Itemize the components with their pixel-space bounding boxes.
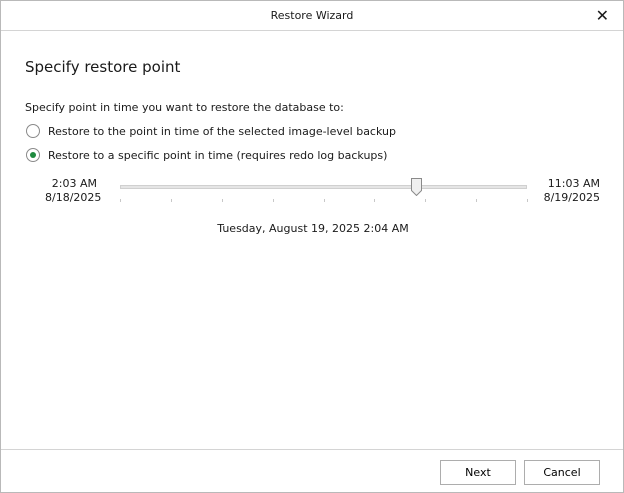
slider-tick [323, 199, 325, 202]
next-button[interactable]: Next [440, 460, 516, 485]
slider-tick [120, 199, 121, 202]
slider-tick [221, 199, 223, 202]
time-slider-track[interactable] [120, 185, 527, 189]
slider-start-label: 2:03 AM 8/18/2025 [45, 177, 102, 205]
slider-tick [374, 199, 376, 202]
slider-tick [425, 199, 427, 202]
start-date: 8/18/2025 [45, 191, 102, 204]
window-title: Restore Wizard [270, 9, 354, 22]
end-date: 8/19/2025 [543, 191, 600, 204]
close-icon[interactable]: ✕ [596, 6, 609, 25]
slider-tick [476, 199, 478, 202]
radio-specific-point[interactable]: Restore to a specific point in time (req… [26, 148, 387, 162]
radio-label: Restore to a specific point in time (req… [48, 148, 388, 162]
radio-label: Restore to the point in time of the sele… [48, 124, 396, 138]
time-slider-thumb[interactable] [410, 178, 422, 196]
restore-wizard-window: Restore Wizard ✕ Specify restore point S… [0, 0, 624, 493]
start-time: 2:03 AM [51, 177, 97, 190]
end-time: 11:03 AM [547, 177, 600, 190]
slider-tick [170, 199, 172, 202]
page-title: Specify restore point [25, 58, 181, 76]
footer-divider [1, 449, 623, 450]
title-bar: Restore Wizard ✕ [1, 1, 623, 31]
radio-circle[interactable] [26, 124, 40, 138]
prompt-text: Specify point in time you want to restor… [25, 101, 344, 114]
selected-point-text: Tuesday, August 19, 2025 2:04 AM [217, 222, 409, 235]
radio-image-level-backup[interactable]: Restore to the point in time of the sele… [26, 124, 396, 138]
slider-tick [527, 199, 528, 202]
slider-end-label: 11:03 AM 8/19/2025 [541, 177, 600, 205]
radio-circle[interactable] [26, 148, 40, 162]
slider-tick [272, 199, 274, 202]
cancel-button[interactable]: Cancel [524, 460, 600, 485]
